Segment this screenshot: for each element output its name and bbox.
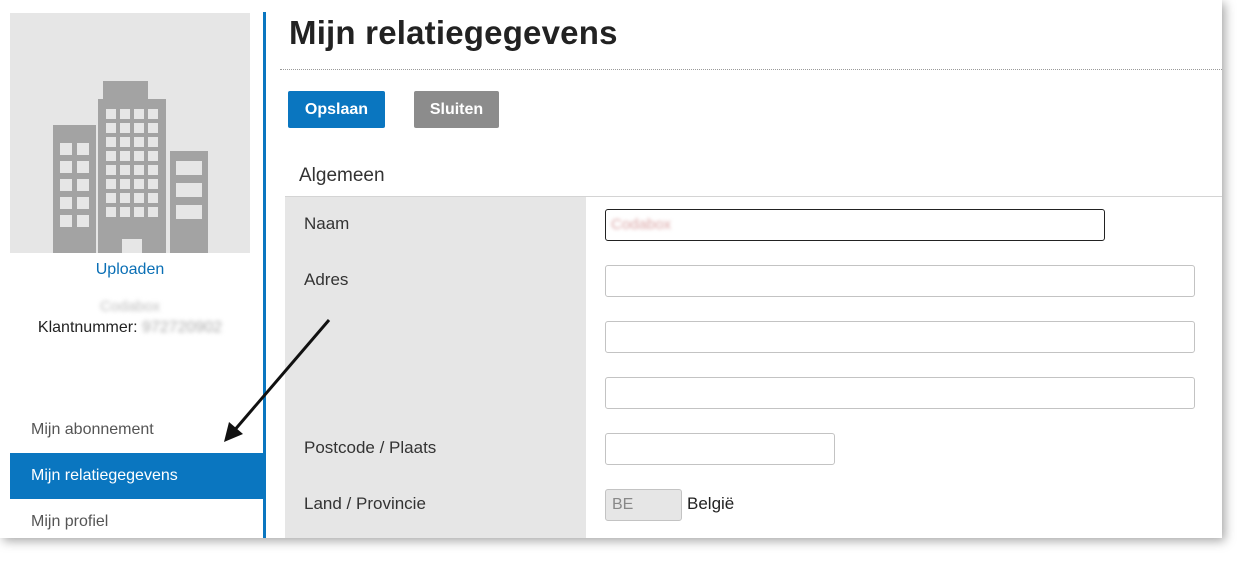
- address-label: Adres: [304, 270, 349, 289]
- customer-number-row: Klantnummer: 972720902: [10, 319, 250, 337]
- customer-number-value: 972720902: [141, 319, 223, 336]
- save-button[interactable]: Opslaan: [288, 91, 385, 128]
- name-field-value: Codabox: [611, 216, 672, 233]
- name-label: Naam: [304, 214, 350, 233]
- postcode-field[interactable]: [605, 433, 835, 465]
- app-window: Uploaden Codabox Klantnummer: 972720902 …: [0, 0, 1222, 538]
- company-logo-placeholder[interactable]: [10, 13, 250, 253]
- address-line-2-field[interactable]: [605, 321, 1195, 353]
- building-icon: [53, 81, 208, 253]
- nav-item-subscription[interactable]: Mijn abonnement: [10, 407, 263, 453]
- country-name: België: [687, 494, 735, 513]
- sidebar: Uploaden Codabox Klantnummer: 972720902 …: [0, 0, 263, 538]
- section-title-general: Algemeen: [299, 165, 385, 186]
- address-line-1-field[interactable]: [605, 265, 1195, 297]
- name-field[interactable]: [605, 209, 1105, 241]
- nav-item-relation-details[interactable]: Mijn relatiegegevens: [10, 453, 263, 499]
- company-name: Codabox: [99, 298, 161, 315]
- title-divider: [280, 69, 1222, 70]
- page-title: Mijn relatiegegevens: [289, 14, 618, 51]
- address-line-3-field[interactable]: [605, 377, 1195, 409]
- close-button[interactable]: Sluiten: [414, 91, 499, 128]
- sidebar-divider: [263, 12, 266, 538]
- upload-link[interactable]: Uploaden: [10, 261, 250, 279]
- form-label-column: [285, 197, 586, 538]
- country-province-label: Land / Provincie: [304, 494, 426, 513]
- postcode-city-label: Postcode / Plaats: [304, 438, 437, 457]
- customer-number-label: Klantnummer:: [37, 319, 138, 336]
- country-code-field[interactable]: BE: [605, 489, 682, 521]
- nav-item-profile[interactable]: Mijn profiel: [10, 499, 263, 538]
